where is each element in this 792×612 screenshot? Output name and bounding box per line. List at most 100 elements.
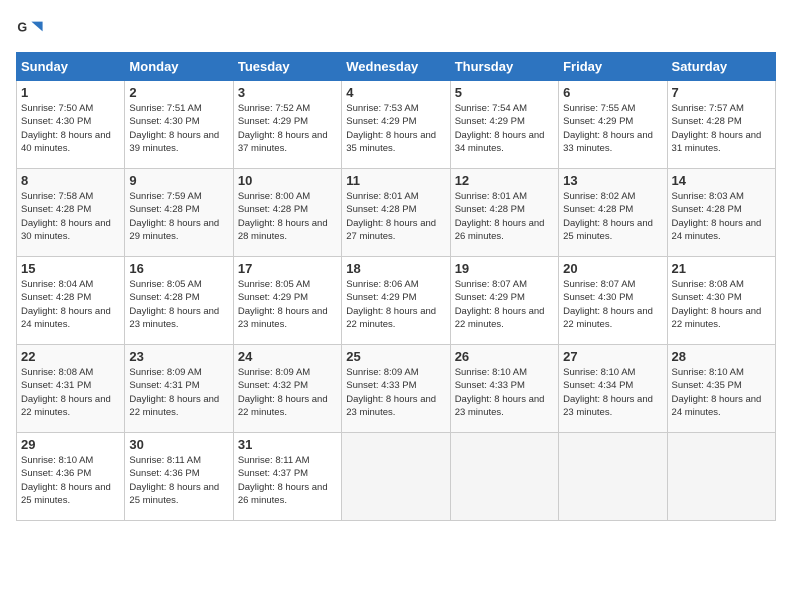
calendar-week-row: 1 Sunrise: 7:50 AMSunset: 4:30 PMDaylight… xyxy=(17,81,776,169)
cell-details: Sunrise: 8:02 AMSunset: 4:28 PMDaylight:… xyxy=(563,190,662,243)
col-header-tuesday: Tuesday xyxy=(233,53,341,81)
table-row: 17 Sunrise: 8:05 AMSunset: 4:29 PMDayligh… xyxy=(233,257,341,345)
svg-text:G: G xyxy=(17,20,27,34)
table-row: 12Sunrise: 8:01 AMSunset: 4:28 PMDayligh… xyxy=(450,169,558,257)
cell-details: Sunrise: 7:50 AMSunset: 4:30 PMDaylight:… xyxy=(21,102,120,155)
cell-details: Sunrise: 8:10 AMSunset: 4:35 PMDaylight:… xyxy=(672,366,771,419)
table-row xyxy=(342,433,450,521)
table-row: 7Sunrise: 7:57 AMSunset: 4:28 PMDaylight… xyxy=(667,81,775,169)
cell-details: Sunrise: 8:03 AMSunset: 4:28 PMDaylight:… xyxy=(672,190,771,243)
table-row: 15 Sunrise: 8:04 AMSunset: 4:28 PMDayligh… xyxy=(17,257,125,345)
cell-details: Sunrise: 8:05 AMSunset: 4:29 PMDaylight:… xyxy=(238,278,337,331)
cell-details: Sunrise: 8:05 AMSunset: 4:28 PMDaylight:… xyxy=(129,278,228,331)
day-number: 9 xyxy=(129,173,228,188)
col-header-saturday: Saturday xyxy=(667,53,775,81)
table-row: 20 Sunrise: 8:07 AMSunset: 4:30 PMDayligh… xyxy=(559,257,667,345)
table-row: 23 Sunrise: 8:09 AMSunset: 4:31 PMDayligh… xyxy=(125,345,233,433)
cell-details: Sunrise: 8:06 AMSunset: 4:29 PMDaylight:… xyxy=(346,278,445,331)
day-number: 25 xyxy=(346,349,445,364)
calendar-table: SundayMondayTuesdayWednesdayThursdayFrid… xyxy=(16,52,776,521)
table-row: 29Sunrise: 8:10 AMSunset: 4:36 PMDayligh… xyxy=(17,433,125,521)
day-number: 16 xyxy=(129,261,228,276)
table-row: 24Sunrise: 8:09 AMSunset: 4:32 PMDayligh… xyxy=(233,345,341,433)
day-number: 15 xyxy=(21,261,120,276)
table-row: 16 Sunrise: 8:05 AMSunset: 4:28 PMDayligh… xyxy=(125,257,233,345)
col-header-monday: Monday xyxy=(125,53,233,81)
cell-details: Sunrise: 7:55 AMSunset: 4:29 PMDaylight:… xyxy=(563,102,662,155)
day-number: 31 xyxy=(238,437,337,452)
col-header-sunday: Sunday xyxy=(17,53,125,81)
cell-details: Sunrise: 8:11 AMSunset: 4:37 PMDaylight:… xyxy=(238,454,337,507)
day-number: 2 xyxy=(129,85,228,100)
cell-details: Sunrise: 8:10 AMSunset: 4:34 PMDaylight:… xyxy=(563,366,662,419)
cell-details: Sunrise: 7:54 AMSunset: 4:29 PMDaylight:… xyxy=(455,102,554,155)
table-row: 25 Sunrise: 8:09 AMSunset: 4:33 PMDayligh… xyxy=(342,345,450,433)
calendar-week-row: 29Sunrise: 8:10 AMSunset: 4:36 PMDayligh… xyxy=(17,433,776,521)
day-number: 27 xyxy=(563,349,662,364)
table-row: 18 Sunrise: 8:06 AMSunset: 4:29 PMDayligh… xyxy=(342,257,450,345)
cell-details: Sunrise: 7:58 AMSunset: 4:28 PMDaylight:… xyxy=(21,190,120,243)
cell-details: Sunrise: 7:51 AMSunset: 4:30 PMDaylight:… xyxy=(129,102,228,155)
day-number: 5 xyxy=(455,85,554,100)
table-row xyxy=(559,433,667,521)
cell-details: Sunrise: 8:09 AMSunset: 4:33 PMDaylight:… xyxy=(346,366,445,419)
day-number: 21 xyxy=(672,261,771,276)
col-header-wednesday: Wednesday xyxy=(342,53,450,81)
table-row: 21 Sunrise: 8:08 AMSunset: 4:30 PMDayligh… xyxy=(667,257,775,345)
cell-details: Sunrise: 8:07 AMSunset: 4:30 PMDaylight:… xyxy=(563,278,662,331)
cell-details: Sunrise: 8:00 AMSunset: 4:28 PMDaylight:… xyxy=(238,190,337,243)
calendar-header-row: SundayMondayTuesdayWednesdayThursdayFrid… xyxy=(17,53,776,81)
table-row: 14 Sunrise: 8:03 AMSunset: 4:28 PMDayligh… xyxy=(667,169,775,257)
cell-details: Sunrise: 8:11 AMSunset: 4:36 PMDaylight:… xyxy=(129,454,228,507)
table-row: 8Sunrise: 7:58 AMSunset: 4:28 PMDaylight… xyxy=(17,169,125,257)
day-number: 30 xyxy=(129,437,228,452)
table-row: 31 Sunrise: 8:11 AMSunset: 4:37 PMDayligh… xyxy=(233,433,341,521)
table-row: 1 Sunrise: 7:50 AMSunset: 4:30 PMDaylight… xyxy=(17,81,125,169)
table-row: 9 Sunrise: 7:59 AMSunset: 4:28 PMDaylight… xyxy=(125,169,233,257)
page-header: G xyxy=(16,16,776,44)
table-row: 10 Sunrise: 8:00 AMSunset: 4:28 PMDayligh… xyxy=(233,169,341,257)
table-row: 28Sunrise: 8:10 AMSunset: 4:35 PMDayligh… xyxy=(667,345,775,433)
cell-details: Sunrise: 8:09 AMSunset: 4:31 PMDaylight:… xyxy=(129,366,228,419)
table-row: 19 Sunrise: 8:07 AMSunset: 4:29 PMDayligh… xyxy=(450,257,558,345)
logo-icon: G xyxy=(16,16,44,44)
table-row: 6Sunrise: 7:55 AMSunset: 4:29 PMDaylight… xyxy=(559,81,667,169)
cell-details: Sunrise: 8:08 AMSunset: 4:31 PMDaylight:… xyxy=(21,366,120,419)
cell-details: Sunrise: 8:01 AMSunset: 4:28 PMDaylight:… xyxy=(455,190,554,243)
day-number: 1 xyxy=(21,85,120,100)
day-number: 10 xyxy=(238,173,337,188)
day-number: 23 xyxy=(129,349,228,364)
day-number: 14 xyxy=(672,173,771,188)
calendar-week-row: 15 Sunrise: 8:04 AMSunset: 4:28 PMDayligh… xyxy=(17,257,776,345)
day-number: 20 xyxy=(563,261,662,276)
day-number: 3 xyxy=(238,85,337,100)
day-number: 19 xyxy=(455,261,554,276)
cell-details: Sunrise: 7:57 AMSunset: 4:28 PMDaylight:… xyxy=(672,102,771,155)
table-row xyxy=(667,433,775,521)
table-row: 30 Sunrise: 8:11 AMSunset: 4:36 PMDayligh… xyxy=(125,433,233,521)
table-row: 27 Sunrise: 8:10 AMSunset: 4:34 PMDayligh… xyxy=(559,345,667,433)
col-header-thursday: Thursday xyxy=(450,53,558,81)
cell-details: Sunrise: 8:04 AMSunset: 4:28 PMDaylight:… xyxy=(21,278,120,331)
table-row: 2 Sunrise: 7:51 AMSunset: 4:30 PMDaylight… xyxy=(125,81,233,169)
cell-details: Sunrise: 7:53 AMSunset: 4:29 PMDaylight:… xyxy=(346,102,445,155)
calendar-week-row: 8Sunrise: 7:58 AMSunset: 4:28 PMDaylight… xyxy=(17,169,776,257)
cell-details: Sunrise: 8:07 AMSunset: 4:29 PMDaylight:… xyxy=(455,278,554,331)
logo: G xyxy=(16,16,48,44)
cell-details: Sunrise: 8:01 AMSunset: 4:28 PMDaylight:… xyxy=(346,190,445,243)
cell-details: Sunrise: 8:10 AMSunset: 4:33 PMDaylight:… xyxy=(455,366,554,419)
day-number: 18 xyxy=(346,261,445,276)
day-number: 13 xyxy=(563,173,662,188)
table-row: 11Sunrise: 8:01 AMSunset: 4:28 PMDayligh… xyxy=(342,169,450,257)
cell-details: Sunrise: 7:59 AMSunset: 4:28 PMDaylight:… xyxy=(129,190,228,243)
day-number: 24 xyxy=(238,349,337,364)
table-row: 3Sunrise: 7:52 AMSunset: 4:29 PMDaylight… xyxy=(233,81,341,169)
col-header-friday: Friday xyxy=(559,53,667,81)
table-row: 4 Sunrise: 7:53 AMSunset: 4:29 PMDaylight… xyxy=(342,81,450,169)
cell-details: Sunrise: 8:08 AMSunset: 4:30 PMDaylight:… xyxy=(672,278,771,331)
calendar-week-row: 22Sunrise: 8:08 AMSunset: 4:31 PMDayligh… xyxy=(17,345,776,433)
day-number: 4 xyxy=(346,85,445,100)
table-row: 22Sunrise: 8:08 AMSunset: 4:31 PMDayligh… xyxy=(17,345,125,433)
table-row: 26Sunrise: 8:10 AMSunset: 4:33 PMDayligh… xyxy=(450,345,558,433)
day-number: 17 xyxy=(238,261,337,276)
